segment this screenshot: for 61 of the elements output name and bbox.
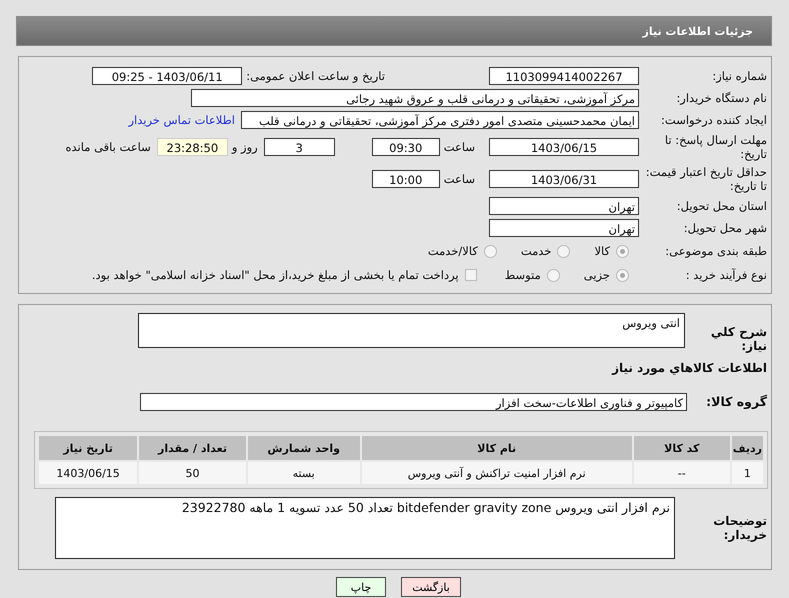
page-title: جزئیات اطلاعات نیاز [642, 24, 753, 38]
radio-button[interactable] [616, 268, 629, 282]
radio-label: کالا/خدمت [428, 244, 478, 258]
text-field[interactable]: 1403/06/11 - 09:25 [92, 67, 242, 85]
radio-button[interactable] [557, 244, 570, 258]
checkbox[interactable] [464, 269, 477, 281]
radio-label: کالا [594, 244, 610, 258]
field-label: نام دستگاه خریدار: [675, 91, 768, 105]
field-label: نوع فرآیند خرید : [684, 268, 768, 282]
field-label: تاریخ و ساعت اعلان عمومی: [246, 69, 385, 83]
field-label: شماره نیاز: [711, 69, 768, 83]
field-label: گروه کالا: [705, 395, 768, 409]
text-field[interactable]: 1403/06/31 [489, 170, 639, 188]
text-field[interactable]: تهران [489, 219, 639, 237]
field-label: ایجاد کننده درخواست: [660, 113, 768, 127]
text-field[interactable]: ایمان محمدحسینی متصدی امور دفتری مرکز آموزشی، تحقیقاتی و درمانی قلب [241, 111, 639, 129]
radio-label: جزیی [584, 268, 610, 282]
text-field[interactable]: 23:28:50 [156, 138, 228, 156]
checkbox-label: پرداخت تمام یا بخشی از مبلغ خرید،از محل "اسناد خزانه اسلامی" خواهد بود. [92, 268, 459, 282]
table-cell: 1403/06/15 [39, 462, 138, 484]
text-field[interactable]: 1403/06/15 [489, 138, 639, 156]
contact-link[interactable]: اطلاعات تماس خریدار [128, 113, 235, 127]
column-header: ردیف [732, 436, 763, 460]
field-label: توضیحات خریدار: [712, 514, 768, 542]
text-field[interactable]: تهران [489, 197, 639, 215]
column-header: کد کالا [634, 436, 730, 460]
text-field[interactable]: 09:30 [372, 138, 440, 156]
field-label: حداقل تاریخ اعتبار قیمت: تا تاریخ: [644, 165, 768, 193]
field-text: روز و [232, 140, 258, 154]
radio-label: خدمت [520, 244, 552, 258]
field-label: شهر محل تحویل: [682, 221, 768, 235]
column-header: واحد شمارش [248, 436, 360, 460]
section-heading: اطلاعات کالاهاي مورد نياز [610, 360, 768, 375]
field-label: مهلت ارسال پاسخ: تا تاریخ: [664, 133, 768, 161]
radio-label: متوسط [504, 268, 541, 282]
text-field[interactable]: 3 [264, 138, 335, 156]
table-cell: -- [634, 462, 730, 484]
table-cell: 1 [732, 462, 763, 484]
text-field[interactable]: نرم افزار انتی ویروس bitdefender gravity zone تعداد 50 عدد تسویه 1 ماهه 23922780 [55, 497, 675, 559]
radio-button[interactable] [616, 244, 629, 258]
field-text: ساعت [444, 172, 475, 186]
field-text: ساعت باقی مانده [66, 140, 151, 154]
text-field[interactable]: کامپیوتر و فناوری اطلاعات-سخت افزار [140, 393, 687, 411]
column-header: نام کالا [362, 436, 632, 460]
table-cell: نرم افزار امنیت تراکنش و آنتی ویروس [362, 462, 632, 484]
print-button[interactable]: چاپ [336, 577, 386, 597]
radio-button[interactable] [546, 268, 560, 282]
radio-button[interactable] [484, 244, 497, 258]
text-field[interactable]: مرکز آموزشی، تحقیقاتی و درمانی قلب و عروق شهید رجائی [191, 89, 639, 107]
text-field[interactable]: 10:00 [372, 170, 440, 188]
text-field[interactable]: 1103099414002267 [489, 67, 639, 85]
back-button[interactable]: بازگشت [401, 577, 461, 597]
field-label: طبقه بندی موضوعی: [664, 244, 768, 258]
column-header: تعداد / مقدار [139, 436, 246, 460]
text-field[interactable]: انتی ویروس [138, 313, 685, 348]
field-text: ساعت [444, 140, 475, 154]
table-cell: بسته [248, 462, 360, 484]
field-label: استان محل تحویل: [676, 199, 768, 213]
field-label: شرح کلي نياز: [710, 324, 768, 353]
column-header: تاریخ نیاز [39, 436, 138, 460]
table-cell: 50 [139, 462, 246, 484]
